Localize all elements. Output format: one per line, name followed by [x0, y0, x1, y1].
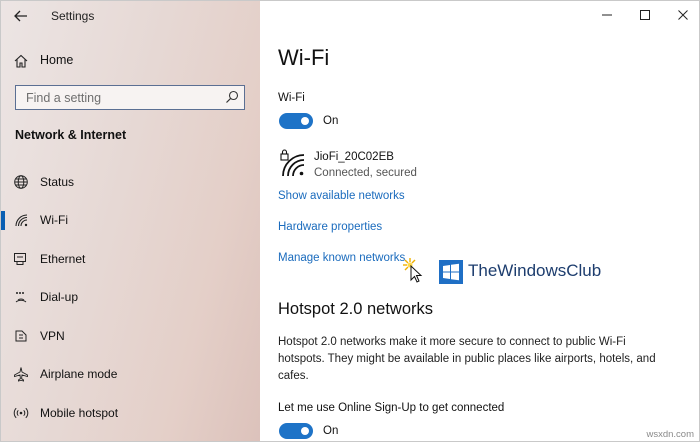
- sidebar-item-dialup[interactable]: Dial-up: [1, 282, 260, 312]
- close-icon: [678, 10, 688, 20]
- dialup-icon: [15, 292, 27, 303]
- search-box[interactable]: [15, 85, 245, 110]
- hotspot-description: Hotspot 2.0 networks make it more secure…: [278, 336, 656, 382]
- globe-icon: [14, 175, 28, 189]
- hotspot-icon: [13, 407, 29, 419]
- wifi-toggle[interactable]: [279, 113, 313, 129]
- search-input[interactable]: [24, 89, 218, 107]
- app-title: Settings: [51, 9, 95, 23]
- settings-window: Settings Home Network & Internet Status: [0, 0, 700, 442]
- secured-wifi-icon: [280, 149, 305, 177]
- section-title: Network & Internet: [15, 128, 127, 142]
- ethernet-icon: [14, 253, 26, 265]
- hardware-properties-link[interactable]: Hardware properties: [278, 221, 382, 233]
- sidebar-item-airplane-mode[interactable]: Airplane mode: [1, 359, 260, 389]
- back-button[interactable]: [9, 5, 33, 27]
- minimize-button[interactable]: [597, 7, 617, 23]
- content-pane: Wi-Fi Wi-Fi On JioFi_20C02EB Connected, …: [260, 1, 699, 441]
- maximize-icon: [640, 10, 650, 20]
- sidebar-item-label: Dial-up: [40, 290, 79, 304]
- wifi-toggle-label: Wi-Fi: [278, 92, 305, 104]
- sidebar-item-label: Status: [40, 175, 75, 189]
- network-name: JioFi_20C02EB: [314, 151, 394, 163]
- sidebar-item-label: Airplane mode: [40, 367, 118, 381]
- windows-logo-icon: [439, 260, 463, 284]
- sidebar-item-mobile-hotspot[interactable]: Mobile hotspot: [1, 398, 260, 428]
- sidebar-item-label: Mobile hotspot: [40, 406, 119, 420]
- home-label: Home: [40, 53, 74, 67]
- search-icon[interactable]: [225, 90, 239, 104]
- watermark-text: TheWindowsClub: [468, 261, 602, 280]
- mouse-cursor-icon: [403, 258, 423, 283]
- airplane-icon: [14, 367, 28, 382]
- minimize-icon: [602, 14, 612, 16]
- close-button[interactable]: [673, 7, 693, 23]
- sidebar-item-label: Ethernet: [40, 252, 86, 266]
- title-bar: Settings: [1, 1, 260, 31]
- wifi-icon: [15, 214, 28, 227]
- network-status: Connected, secured: [314, 167, 417, 179]
- sidebar-item-home[interactable]: Home: [1, 47, 260, 75]
- manage-known-networks-link[interactable]: Manage known networks: [278, 252, 405, 264]
- watermark: TheWindowsClub: [439, 258, 629, 288]
- selection-indicator: [1, 211, 5, 230]
- sidebar-item-status[interactable]: Status: [1, 167, 260, 197]
- sidebar-item-label: VPN: [40, 329, 65, 343]
- sidebar: Settings Home Network & Internet Status: [1, 1, 260, 441]
- show-available-networks-link[interactable]: Show available networks: [278, 190, 405, 202]
- signup-toggle-state: On: [323, 425, 339, 437]
- maximize-button[interactable]: [635, 7, 655, 23]
- toggle-knob: [301, 427, 309, 435]
- signup-toggle-label: Let me use Online Sign-Up to get connect…: [278, 402, 505, 414]
- sidebar-item-label: Wi-Fi: [40, 213, 68, 227]
- signup-toggle[interactable]: [279, 423, 313, 439]
- sidebar-item-wifi[interactable]: Wi-Fi: [1, 205, 260, 235]
- back-arrow-icon: [14, 10, 27, 22]
- home-icon: [14, 54, 28, 68]
- toggle-knob: [301, 117, 309, 125]
- hotspot-heading: Hotspot 2.0 networks: [278, 300, 433, 318]
- wifi-toggle-state: On: [323, 115, 339, 127]
- page-title: Wi-Fi: [278, 45, 330, 70]
- sidebar-item-ethernet[interactable]: Ethernet: [1, 244, 260, 274]
- sidebar-item-vpn[interactable]: VPN: [1, 321, 260, 351]
- vpn-icon: [15, 330, 27, 342]
- site-watermark: wsxdn.com: [646, 429, 694, 440]
